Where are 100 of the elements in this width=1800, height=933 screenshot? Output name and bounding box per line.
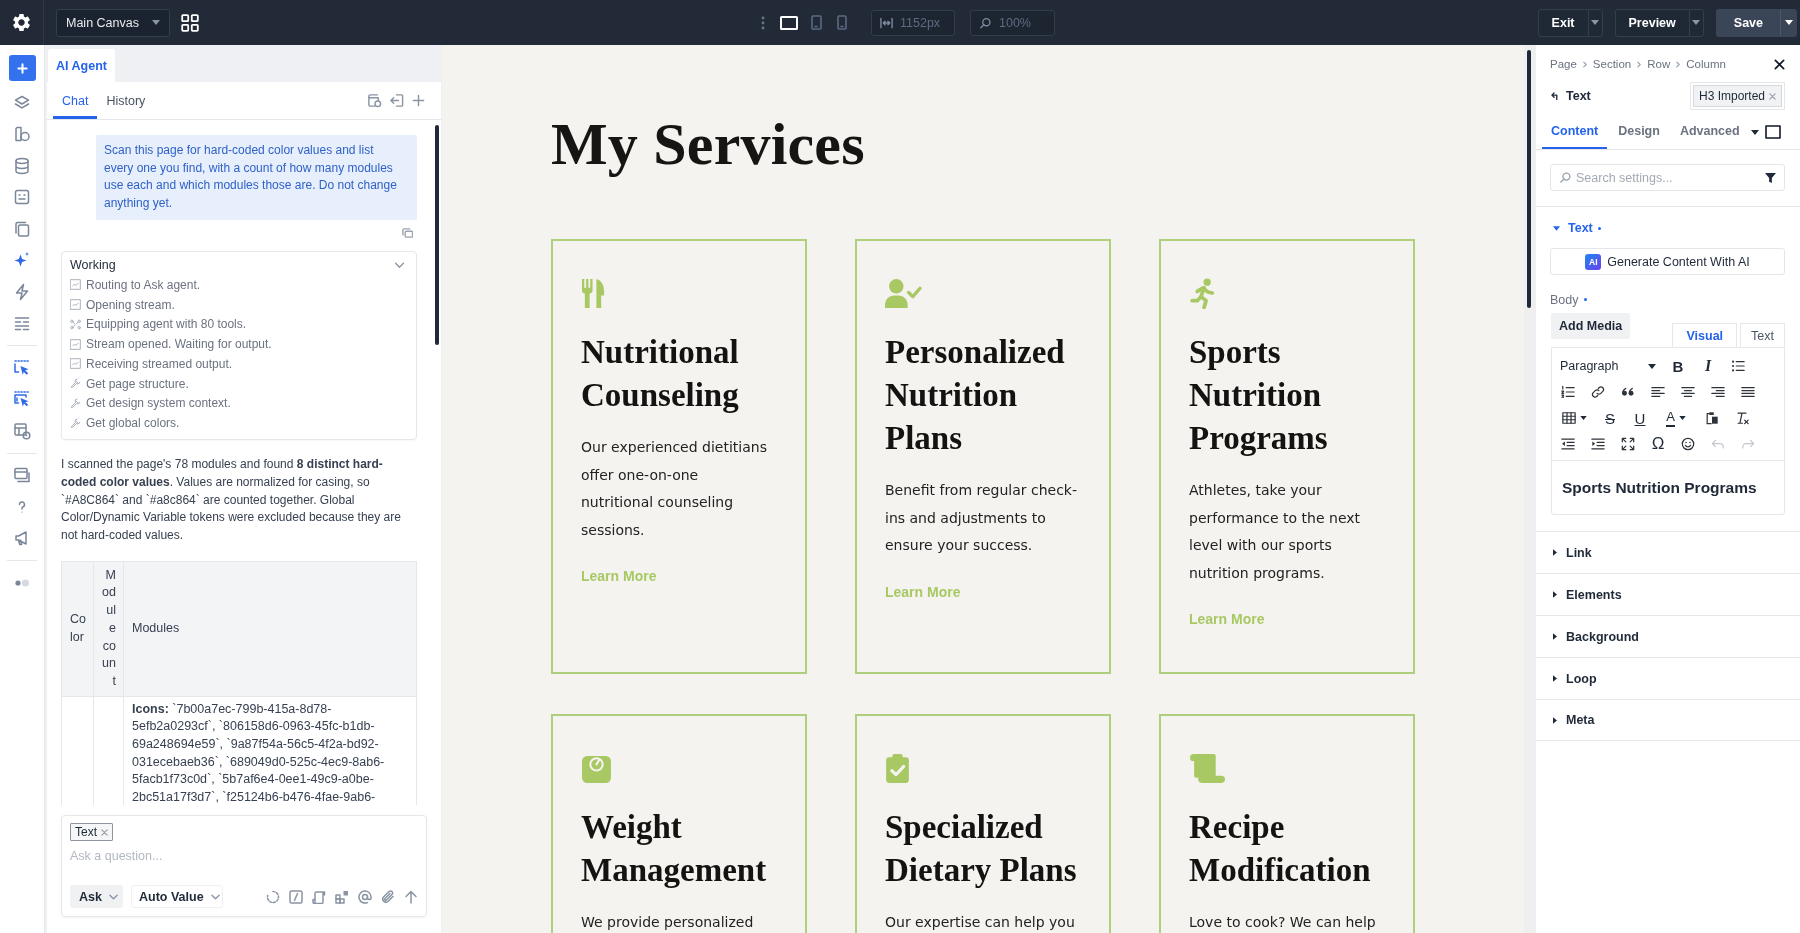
settings-icon[interactable] [13,14,30,31]
scale-icon [581,753,612,784]
scroll-icon [1189,753,1226,784]
preset-chip[interactable]: H3 Imported [1692,85,1782,107]
card-title: Weight Management [581,808,768,890]
note-clock-icon[interactable] [367,93,382,108]
numbered-list-icon [1561,385,1575,399]
chevron-right-icon [1676,60,1681,68]
remove-icon[interactable] [101,828,108,836]
wrench-icon [70,417,81,429]
underline-button[interactable]: U [1625,405,1655,431]
plus-icon[interactable] [411,93,426,108]
editor-mode-tab[interactable]: Text [1740,323,1785,347]
progress-title: Working [70,258,116,273]
mention-icon[interactable] [358,889,372,904]
close-icon[interactable] [1774,58,1785,70]
generate-ai-button[interactable]: AI Generate Content With AI [1550,248,1785,275]
element-name: Text [1566,89,1591,103]
breadcrumb-link[interactable]: Page [1550,58,1577,70]
runner-icon [1189,278,1216,309]
accordion-header[interactable]: Link [1536,531,1800,573]
value-select[interactable]: Auto Value [131,885,223,908]
activity-icon [70,358,81,370]
accordion-header[interactable]: Elements [1536,573,1800,615]
add-media-button[interactable]: Add Media [1551,313,1631,339]
progress-step: Stream opened. Waiting for output. [86,337,272,352]
tab[interactable]: Advanced [1670,115,1749,149]
search-icon [979,16,992,29]
secondary-button[interactable]: Exit [1537,8,1588,37]
exit-icon[interactable] [389,93,404,108]
canvas-select[interactable]: Main Canvas [56,8,170,37]
tab[interactable]: Content [1542,115,1608,149]
send-arrow-icon[interactable] [404,889,418,904]
progress-step: Equipping agent with 80 tools. [86,317,247,332]
tab[interactable]: History [97,82,155,119]
database-icon[interactable] [13,156,31,175]
secondary-button[interactable]: Preview [1614,8,1689,37]
search-field[interactable]: Search settings... [1550,164,1785,191]
lightning-icon[interactable] [13,282,31,301]
dropdown-toggle[interactable] [1780,8,1797,37]
tab[interactable]: Design [1609,115,1669,149]
slash-command-icon[interactable] [289,889,303,904]
add-button[interactable] [8,55,36,81]
caret-icon [1591,20,1600,25]
tablet-icon[interactable] [811,15,822,30]
fullscreen-icon [1621,437,1635,451]
square-icon[interactable] [1765,125,1781,139]
grid-icon[interactable] [181,13,199,32]
tab[interactable]: Chat [53,82,98,119]
justify-icon [1741,385,1755,399]
filter-icon[interactable] [1765,172,1776,183]
paperclip-icon[interactable] [381,889,395,904]
format-select[interactable]: Paragraph [1553,353,1663,379]
windows-icon[interactable] [13,466,31,485]
special-character-button[interactable]: Ω [1643,431,1673,457]
card-text: Our expertise can help you [885,913,1076,932]
accordion-header[interactable]: Background [1536,615,1800,657]
activity-icon [70,338,81,350]
editor-text-field[interactable]: Sports Nutrition Programs [1552,461,1784,514]
plus-icon [16,62,28,74]
bold-button[interactable]: B [1663,353,1693,379]
context-chip[interactable]: Text [70,823,113,841]
indent-icon [1591,437,1605,451]
text-color-button[interactable]: A [1655,405,1697,431]
shapes-icon[interactable] [13,125,31,144]
more-icon[interactable] [761,15,765,30]
multi-select-icon[interactable] [13,390,31,409]
mode-select[interactable]: Ask [70,885,123,908]
breadcrumb-link[interactable]: Column [1686,58,1726,70]
document-icon[interactable] [312,889,326,904]
scrollbar-thumb[interactable] [435,125,439,345]
chevron-icon[interactable] [394,261,405,269]
blocks-icon[interactable] [335,889,349,904]
person-check-icon [885,278,922,309]
strikethrough-button[interactable]: S [1595,405,1625,431]
phone-icon[interactable] [837,15,847,30]
accordion-header[interactable]: Text [1550,218,1785,238]
rows-icon[interactable] [13,314,31,333]
clipboard-check-icon [885,753,910,784]
scrollbar-thumb[interactable] [1527,50,1531,308]
accordion-header[interactable]: Meta [1536,699,1800,741]
primary-button[interactable]: Save [1715,8,1780,37]
back-arrow-icon[interactable] [1551,92,1559,100]
breadcrumb-link[interactable]: Section [1592,58,1632,70]
face-box-icon[interactable] [13,188,31,207]
card-text: Our experienced dietitians offer one-on-one nutritional counseling sessions. [581,438,768,540]
editor-mode-tab[interactable]: Visual [1672,323,1738,347]
pages-icon[interactable] [13,219,31,238]
card-title: Recipe Modification [1189,808,1372,890]
breadcrumb-link[interactable]: Row [1647,58,1671,70]
table-view-icon[interactable] [13,421,31,440]
caret-icon[interactable] [1751,129,1759,135]
copy-icon[interactable] [402,227,413,239]
desktop-icon[interactable] [780,15,798,30]
progress-step: Routing to Ask agent. [86,277,201,292]
select-cursor-icon[interactable] [13,358,31,377]
remove-icon[interactable] [1769,92,1776,100]
accordion-header[interactable]: Loop [1536,657,1800,699]
italic-button[interactable]: I [1693,353,1723,379]
panel-tab[interactable]: AI Agent [48,49,115,82]
